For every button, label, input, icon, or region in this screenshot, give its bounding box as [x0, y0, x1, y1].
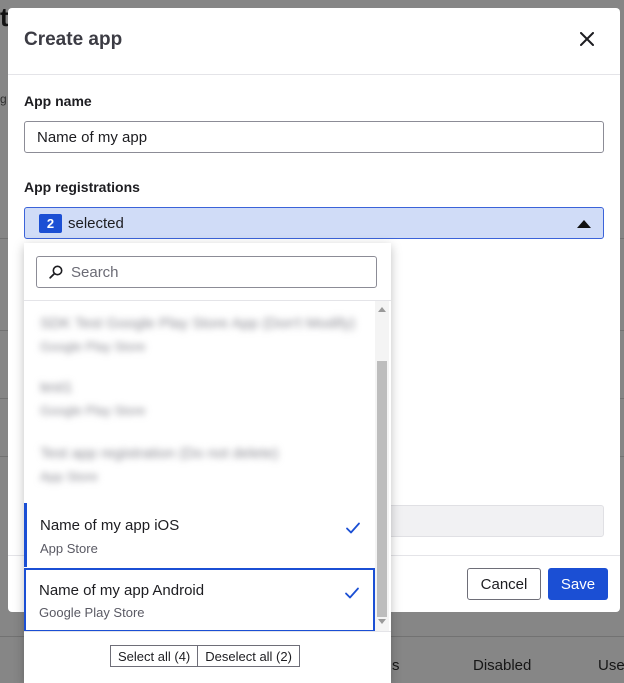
selected-text: selected: [68, 214, 124, 232]
list-item[interactable]: Test app registration (Do not delete) Ap…: [24, 431, 375, 495]
search-icon: [49, 265, 63, 279]
search-input[interactable]: [71, 263, 361, 281]
app-registrations-select[interactable]: 2 selected: [24, 207, 604, 239]
dropdown-footer: Select all (4) Deselect all (2): [24, 631, 391, 683]
item-title: Name of my app Android: [39, 582, 205, 599]
save-button[interactable]: Save: [548, 568, 608, 600]
list-item[interactable]: SDK Test Google Play Store App (Don't Mo…: [24, 301, 375, 365]
item-subtitle: App Store: [40, 541, 98, 556]
list-scrollbar[interactable]: [375, 301, 389, 631]
list-item-selected[interactable]: Name of my app iOS App Store: [24, 503, 375, 567]
close-button[interactable]: [574, 26, 600, 52]
item-title: Test app registration (Do not delete): [40, 445, 279, 462]
item-subtitle: Google Play Store: [40, 339, 146, 354]
header-divider: [8, 74, 620, 75]
obscured-field: [388, 505, 604, 537]
app-name-input[interactable]: [24, 121, 604, 153]
app-name-label: App name: [24, 93, 92, 109]
registrations-list: SDK Test Google Play Store App (Don't Mo…: [24, 301, 391, 631]
check-icon: [346, 522, 360, 534]
item-title: SDK Test Google Play Store App (Don't Mo…: [40, 315, 356, 332]
check-icon: [345, 587, 359, 599]
deselect-all-button[interactable]: Deselect all (2): [198, 645, 300, 667]
item-title: Name of my app iOS: [40, 517, 180, 534]
selected-count-badge: 2: [39, 213, 62, 233]
item-subtitle: Google Play Store: [39, 605, 145, 620]
app-registrations-label: App registrations: [24, 179, 140, 195]
scroll-thumb[interactable]: [377, 361, 387, 617]
search-field[interactable]: [36, 256, 377, 288]
scroll-down-icon[interactable]: [378, 619, 386, 624]
item-title: test1: [40, 379, 73, 396]
select-all-button[interactable]: Select all (4): [110, 645, 199, 667]
modal-title: Create app: [24, 29, 123, 50]
cancel-button[interactable]: Cancel: [467, 568, 541, 600]
item-subtitle: Google Play Store: [40, 403, 146, 418]
selection-button-group: Select all (4) Deselect all (2): [110, 645, 300, 667]
close-icon: [580, 32, 594, 46]
item-subtitle: App Store: [40, 469, 98, 484]
list-item-focused[interactable]: Name of my app Android Google Play Store: [24, 568, 375, 631]
caret-up-icon: [577, 220, 591, 228]
registrations-dropdown: SDK Test Google Play Store App (Don't Mo…: [24, 243, 391, 683]
scroll-up-icon[interactable]: [378, 307, 386, 312]
list-item[interactable]: test1 Google Play Store: [24, 365, 375, 429]
